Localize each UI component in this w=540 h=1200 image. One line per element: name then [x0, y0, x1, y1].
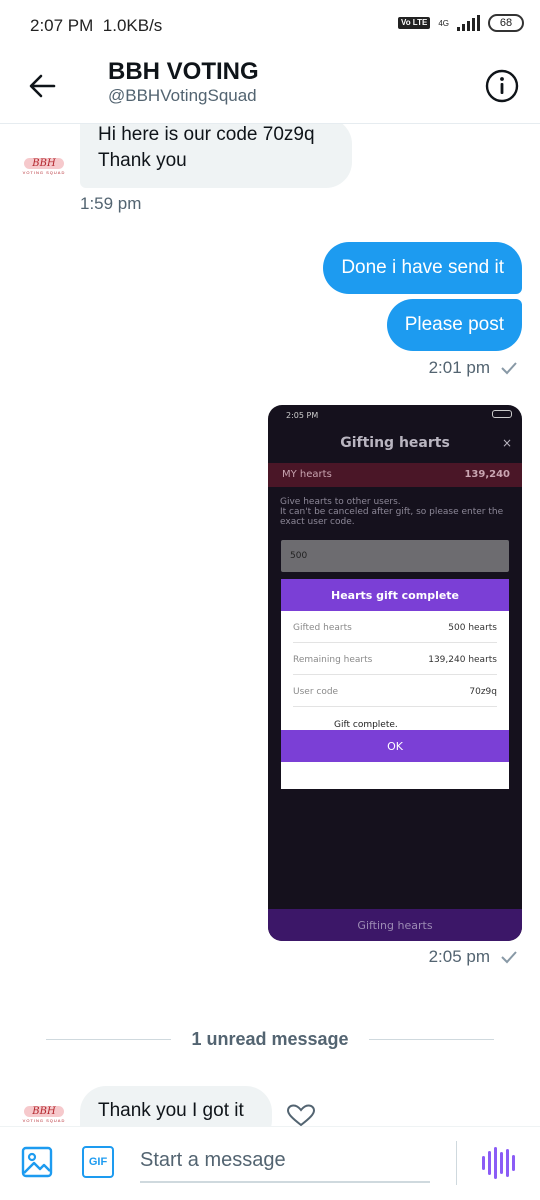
- arrow-left-icon: [29, 74, 56, 98]
- message-input[interactable]: [140, 1139, 430, 1183]
- screenshot-input: 500: [281, 540, 509, 572]
- signal-icon: [457, 15, 480, 31]
- message-status: 2:05 pm: [429, 947, 518, 967]
- status-bar: 2:07 PM 1.0KB/s Vo LTE 4G 68: [0, 0, 540, 52]
- info-icon: [485, 69, 519, 103]
- gif-button[interactable]: GIF: [82, 1146, 114, 1178]
- divider-line: [46, 1038, 172, 1040]
- modal-row: Remaining hearts 139,240 hearts: [293, 645, 497, 675]
- unread-divider: 1 unread message: [46, 1024, 495, 1054]
- battery-icon: 68: [488, 14, 524, 32]
- message-bubble-incoming[interactable]: Hi here is our code 70z9q Thank you: [80, 124, 352, 188]
- message-timestamp: 2:05 pm: [428, 947, 490, 966]
- message-text: Thank you I got it: [98, 1100, 244, 1121]
- back-button[interactable]: [22, 66, 62, 106]
- my-hearts-value: 139,240: [464, 469, 510, 480]
- message-bubble-incoming[interactable]: Thank you I got it: [80, 1086, 272, 1126]
- sent-check-icon: [501, 362, 517, 375]
- modal-title: Hearts gift complete: [281, 579, 509, 611]
- modal-row: User code 70z9q: [293, 677, 497, 707]
- message-timestamp: 2:01 pm: [428, 358, 490, 377]
- status-icons: Vo LTE 4G 68: [397, 14, 524, 32]
- screenshot-title: Gifting hearts: [340, 435, 450, 451]
- avatar[interactable]: BBH VOTING SQUAD: [18, 1100, 70, 1126]
- message-status: 2:01 pm: [429, 358, 518, 378]
- my-hearts-label: MY hearts: [282, 469, 332, 480]
- voice-message-button[interactable]: [478, 1145, 518, 1181]
- modal-row: Gifted hearts 500 hearts: [293, 613, 497, 643]
- status-time: 2:07 PM 1.0KB/s: [30, 16, 163, 35]
- screenshot-bottom-button: Gifting hearts: [268, 909, 522, 941]
- gift-complete-modal: Hearts gift complete Gifted hearts 500 h…: [281, 579, 509, 789]
- message-bubble-outgoing[interactable]: Done i have send it: [323, 242, 522, 294]
- message-bubble-outgoing[interactable]: Please post: [386, 299, 522, 351]
- message-list[interactable]: BBH VOTING SQUAD Hi here is our code 70z…: [0, 124, 540, 1126]
- message-text: Hi here is our code 70z9q: [98, 124, 315, 145]
- message-text: Done i have send it: [341, 257, 504, 278]
- divider-line: [368, 1038, 495, 1040]
- message-text: Please post: [404, 314, 504, 335]
- avatar[interactable]: BBH VOTING SQUAD: [18, 152, 70, 180]
- close-icon: ×: [501, 436, 512, 450]
- volte-icon: Vo LTE: [397, 17, 431, 29]
- unread-label: 1 unread message: [191, 1028, 349, 1049]
- network-speed: 1.0KB/s: [102, 16, 163, 35]
- conversation-handle[interactable]: @BBHVotingSquad: [108, 86, 257, 106]
- modal-ok: OK: [281, 730, 509, 762]
- info-button[interactable]: [482, 66, 522, 106]
- sent-check-icon: [501, 951, 517, 964]
- network-type: 4G: [438, 18, 449, 28]
- message-text: Thank you: [98, 150, 187, 171]
- battery-icon: [492, 410, 512, 418]
- composer-divider: [456, 1141, 457, 1185]
- heart-icon[interactable]: [286, 1104, 316, 1126]
- conversation-title[interactable]: BBH VOTING: [108, 58, 259, 86]
- screenshot-status-time: 2:05 PM: [286, 411, 319, 420]
- conversation-header: BBH VOTING @BBHVotingSquad: [0, 52, 540, 124]
- message-composer: GIF: [0, 1126, 540, 1200]
- image-attachment[interactable]: 2:05 PM Gifting hearts × MY hearts 139,2…: [268, 405, 522, 941]
- screenshot-description: Give hearts to other users. It can't be …: [280, 497, 504, 527]
- my-hearts-bar: MY hearts 139,240: [268, 463, 522, 487]
- message-timestamp: 1:59 pm: [80, 194, 142, 213]
- image-icon[interactable]: [20, 1145, 54, 1179]
